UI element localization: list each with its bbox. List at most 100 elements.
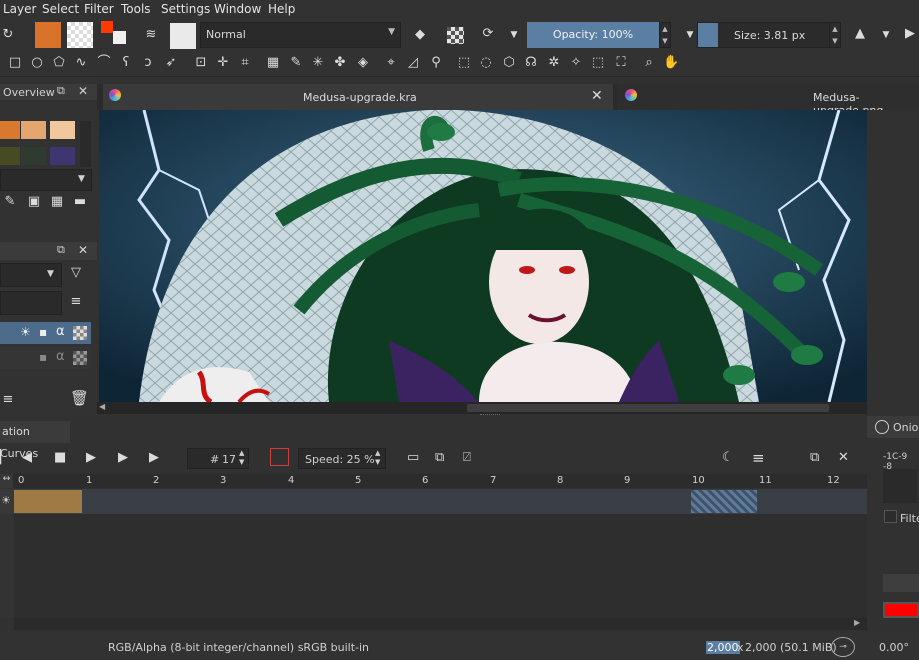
menu-tools[interactable]: Tools [121, 2, 151, 16]
layer-track[interactable] [14, 489, 867, 514]
ruler-corner-icon[interactable]: ↔ [0, 474, 13, 488]
layer-options-icon[interactable]: ≡ [0, 393, 16, 407]
freehand-select-icon[interactable]: ☊ [523, 56, 539, 70]
presets-icon[interactable]: ≋ [143, 28, 159, 42]
lock-icon[interactable]: ▪ [39, 325, 47, 339]
close-icon[interactable]: ✕ [78, 84, 88, 98]
palette-combo[interactable]: ▼ [0, 169, 92, 191]
play-icon[interactable]: ▶ [86, 450, 96, 465]
mirror-vertical-icon[interactable]: ▶ [902, 27, 918, 41]
assistant-tool-icon[interactable]: ⌖ [383, 56, 399, 70]
onion-skin-icon[interactable]: ☾ [722, 450, 734, 465]
foreground-color-swatch[interactable] [35, 22, 61, 48]
polygon-tool-icon[interactable]: ⬠ [51, 56, 67, 70]
bezier-tool-icon[interactable]: ⌒ [96, 56, 112, 70]
measure-tool-icon[interactable]: ◿ [405, 56, 421, 70]
canvas-viewport[interactable] [99, 110, 867, 402]
colorize-mask-icon[interactable]: ✤ [332, 56, 348, 70]
image-width[interactable]: 2,000 [706, 641, 740, 654]
ellipse-tool-icon[interactable]: ○ [29, 56, 45, 70]
menu-select[interactable]: Select [42, 2, 79, 16]
tab-medusa-png[interactable]: Medusa-upgrade.png [617, 84, 919, 117]
filter-icon[interactable]: ▽ [68, 266, 84, 280]
animation-curves-tab[interactable]: ation Curves [0, 421, 70, 460]
onion-color-button[interactable] [883, 574, 919, 592]
remove-keyframe-icon[interactable]: ⍁ [463, 450, 471, 465]
close-icon[interactable]: ✕ [591, 88, 603, 104]
smart-patch-icon[interactable]: ✳ [310, 56, 326, 70]
dynamic-brush-icon[interactable]: ↄ [140, 56, 156, 70]
next-keyframe-icon[interactable]: ▶ [118, 450, 128, 465]
alpha-icon[interactable]: α [56, 324, 65, 339]
rect-select-icon[interactable]: ⬚ [456, 56, 472, 70]
contiguous-select-icon[interactable]: ✲ [546, 56, 562, 70]
magnetic-select-icon[interactable]: ⛶ [613, 56, 629, 70]
rotation-dial-icon[interactable]: ⊸ [831, 637, 855, 657]
alpha-lock-icon[interactable] [447, 27, 464, 44]
trash-icon[interactable]: 🗑 [70, 391, 89, 406]
pan-tool-icon[interactable]: ✋ [663, 56, 679, 70]
canvas-hscrollbar[interactable]: ◀ [97, 402, 867, 414]
color-picker-icon[interactable]: ✎ [288, 56, 304, 70]
opacity-spin[interactable]: ▲ ▼ [659, 22, 671, 48]
palette-swatch[interactable] [50, 147, 75, 165]
layer-row-selected[interactable]: ☀ ▪ α [0, 322, 91, 344]
float-icon[interactable]: ⧉ [57, 243, 65, 257]
pencil-icon[interactable]: ✎ [2, 195, 18, 209]
freehand-path-icon[interactable]: ʕ [118, 56, 134, 70]
copy-keyframe-icon[interactable]: ⧉ [435, 450, 444, 465]
blend-mode-combo[interactable]: Normal ▼ [200, 22, 401, 48]
scroll-right-icon[interactable]: ▶ [854, 618, 860, 627]
polygon-select-icon[interactable]: ⬡ [501, 56, 517, 70]
zoom-tool-icon[interactable]: ⌕ [641, 56, 657, 70]
ellipse-select-icon[interactable]: ◌ [478, 56, 494, 70]
float-icon[interactable]: ⧉ [57, 84, 65, 98]
first-frame-icon[interactable]: ▏ [0, 450, 10, 465]
gradient-tool-icon[interactable]: ▦ [265, 56, 281, 70]
frame-ruler[interactable]: ↔ 0 1 2 3 4 5 6 7 8 9 10 11 12 [0, 474, 867, 488]
drop-frames-icon[interactable] [270, 448, 289, 466]
float-icon[interactable]: ⧉ [810, 450, 819, 465]
previous-keyframe-icon[interactable]: ◀ [22, 450, 32, 465]
visibility-icon[interactable]: ☀ [20, 325, 31, 339]
keyframe-cell[interactable] [14, 490, 82, 513]
spin-down-icon[interactable]: ▼ [239, 458, 244, 466]
hscroll-thumb[interactable] [467, 404, 829, 412]
timeline-menu-icon[interactable]: ≡ [752, 449, 765, 467]
palette-swatch[interactable] [21, 147, 46, 165]
delete-icon[interactable]: ▬ [72, 195, 88, 209]
palette-swatch[interactable] [21, 121, 46, 139]
menu-filter[interactable]: Filter [84, 2, 114, 16]
layer-opacity-field[interactable] [0, 291, 62, 315]
transform-tool-icon[interactable]: ⊡ [193, 56, 209, 70]
background-pattern-swatch[interactable] [67, 22, 93, 48]
bg-color-chip[interactable] [113, 31, 126, 44]
close-icon[interactable]: ✕ [838, 450, 849, 465]
lock-icon[interactable]: ▪ [39, 350, 47, 364]
palette-swatch[interactable] [0, 121, 20, 139]
speed-field[interactable]: Speed: 25 % ▲ ▼ [298, 448, 386, 469]
size-slider[interactable]: Size: 3.81 px [697, 22, 839, 48]
fg-color-chip[interactable] [101, 21, 113, 33]
bezier-select-icon[interactable]: ⬚ [590, 56, 606, 70]
eraser-icon[interactable]: ◆ [412, 28, 428, 42]
onion-sliders[interactable] [883, 469, 917, 503]
chevron-down-icon[interactable]: ▼ [506, 28, 522, 42]
save-icon[interactable]: ▣ [26, 195, 42, 209]
spin-up-icon[interactable]: ▲ [375, 449, 380, 457]
inherit-alpha-icon[interactable] [73, 326, 87, 340]
wrap-around-icon[interactable]: ⟳ [480, 27, 496, 41]
palette-swatch[interactable] [0, 147, 20, 165]
close-icon[interactable]: ✕ [78, 243, 88, 257]
scroll-left-icon[interactable]: ◀ [99, 402, 105, 411]
alpha-icon[interactable]: α [56, 349, 65, 364]
layer-filter-combo[interactable]: ▼ [0, 263, 62, 287]
reload-icon[interactable]: ↻ [0, 28, 16, 42]
current-frame-range[interactable] [691, 490, 757, 513]
palette-swatch[interactable] [50, 121, 75, 139]
brush-preset-button[interactable] [170, 23, 196, 49]
layer-row[interactable]: ▪ α [0, 347, 91, 369]
polyline-tool-icon[interactable]: ∿ [73, 56, 89, 70]
mirror-horizontal-icon[interactable]: ▲ [852, 27, 868, 41]
fill-tool-icon[interactable]: ◈ [355, 56, 371, 70]
